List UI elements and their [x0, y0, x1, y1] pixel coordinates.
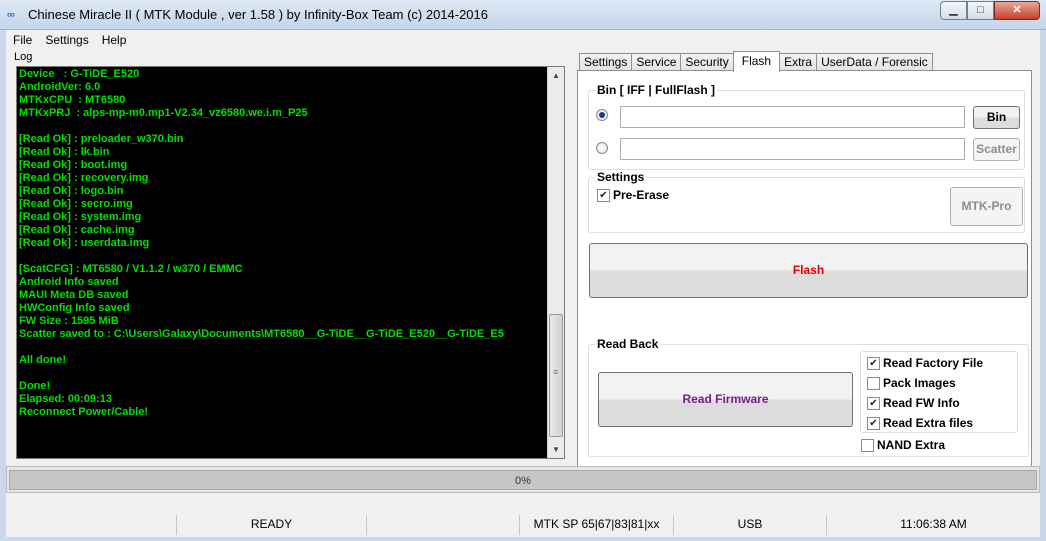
log-line: Android Info saved: [19, 276, 119, 288]
log-text: Device : G-TiDE_E520 AndroidVer: 6.0 MTKxC…: [19, 68, 544, 456]
log-line: [Read Ok] : preloader_w370.bin: [19, 133, 184, 145]
status-chip: MTK SP 65|67|83|81|xx: [519, 515, 673, 535]
scroll-up-icon[interactable]: ▲: [548, 67, 564, 84]
bin-button[interactable]: Bin: [973, 106, 1020, 129]
log-line: [Read Ok] : lk.bin: [19, 146, 110, 158]
progress-bar: 0%: [6, 466, 1040, 493]
status-bar: READY MTK SP 65|67|83|81|xx USB 11:06:38…: [6, 497, 1040, 537]
scatter-path-field[interactable]: [620, 138, 965, 160]
bin-radio[interactable]: [596, 109, 608, 121]
log-scrollbar[interactable]: ▲ ▼: [547, 67, 564, 458]
scatter-button[interactable]: Scatter: [973, 138, 1020, 161]
log-line: [Read Ok] : secro.img: [19, 198, 133, 210]
log-line: [Read Ok] : logo.bin: [19, 185, 124, 197]
maximize-button[interactable]: □: [967, 1, 994, 20]
read-fw-info-checkbox[interactable]: ✔: [867, 397, 880, 410]
log-line: Reconnect Power/Cable!: [19, 406, 148, 418]
bin-group: Bin [ IFF | FullFlash ] Bin Scatter: [588, 83, 1025, 170]
tab-settings[interactable]: Settings: [579, 53, 633, 71]
scroll-down-icon[interactable]: ▼: [548, 441, 564, 458]
status-time: 11:06:38 AM: [826, 515, 1040, 535]
nand-extra-checkbox[interactable]: [861, 439, 874, 452]
menu-bar: File Settings Help: [6, 30, 1040, 49]
log-line: [Read Ok] : recovery.img: [19, 172, 149, 184]
pre-erase-label: Pre-Erase: [613, 188, 670, 202]
status-port: USB: [673, 515, 826, 535]
pack-images-checkbox[interactable]: [867, 377, 880, 390]
log-line: Device : G-TiDE_E520: [19, 68, 140, 80]
infinity-icon: ∞: [7, 9, 15, 21]
tab-service[interactable]: Service: [631, 53, 682, 71]
flash-button[interactable]: Flash: [589, 243, 1028, 298]
log-panel: Device : G-TiDE_E520 AndroidVer: 6.0 MTKxC…: [16, 66, 565, 459]
close-button[interactable]: ✕: [994, 1, 1040, 20]
read-factory-file-checkbox[interactable]: ✔: [867, 357, 880, 370]
progress-track: 0%: [9, 470, 1037, 490]
log-line: [ScatCFG] : MT6580 / V1.1.2 / w370 / EMM…: [19, 263, 243, 275]
bin-path-field[interactable]: [620, 106, 965, 128]
tab-flash[interactable]: Flash: [732, 51, 781, 72]
pack-images-label: Pack Images: [883, 376, 956, 390]
tab-userdata-forensic[interactable]: UserData / Forensic: [816, 53, 933, 71]
log-line: Elapsed: 00:09:13: [19, 393, 112, 405]
log-line: Done!: [19, 380, 51, 392]
log-line: MTKxPRJ : alps-mp-m0.mp1-V2.34_vz6580.we…: [19, 107, 308, 119]
scroll-thumb[interactable]: [549, 314, 563, 437]
read-back-group-title: Read Back: [595, 337, 661, 351]
menu-help[interactable]: Help: [102, 33, 127, 47]
menu-file[interactable]: File: [13, 33, 32, 47]
status-state: READY: [176, 515, 366, 535]
menu-settings[interactable]: Settings: [45, 33, 88, 47]
nand-extra-label: NAND Extra: [877, 438, 946, 452]
log-line: HWConfig Info saved: [19, 302, 130, 314]
scatter-radio[interactable]: [596, 142, 608, 154]
minimize-button[interactable]: ▁: [940, 1, 967, 20]
log-line: AndroidVer: 6.0: [19, 81, 101, 93]
settings-group: Settings ✔ Pre-Erase MTK-Pro: [588, 170, 1025, 233]
read-extra-files-checkbox[interactable]: ✔: [867, 417, 880, 430]
tab-extra[interactable]: Extra: [779, 53, 818, 71]
window-controls: ▁ □ ✕: [940, 1, 1040, 21]
log-line: Scatter saved to : C:\Users\Galaxy\Docum…: [19, 328, 504, 340]
read-options-box: ✔ Read Factory File Pack Images ✔ Read F…: [860, 351, 1018, 433]
window-title: Chinese Miracle II ( MTK Module , ver 1.…: [28, 7, 489, 22]
progress-percent: 0%: [515, 475, 531, 487]
status-cell-blank: [366, 515, 519, 535]
tab-strip: Settings Service Security Flash Extra Us…: [579, 51, 933, 72]
log-line: FW Size : 1595 MiB: [19, 315, 119, 327]
log-line: [Read Ok] : cache.img: [19, 224, 135, 236]
log-line: [Read Ok] : system.img: [19, 211, 142, 223]
read-fw-info-label: Read FW Info: [883, 396, 960, 410]
log-line: [Read Ok] : userdata.img: [19, 237, 150, 249]
read-extra-files-label: Read Extra files: [883, 416, 974, 430]
log-line: All done!: [19, 354, 67, 366]
read-firmware-button[interactable]: Read Firmware: [598, 372, 853, 427]
flash-tab-panel: Bin [ IFF | FullFlash ] Bin Scatter Sett…: [577, 70, 1032, 467]
log-line: MAUI Meta DB saved: [19, 289, 129, 301]
pre-erase-checkbox[interactable]: ✔: [597, 189, 610, 202]
status-cell-empty: [6, 515, 176, 535]
mtk-pro-button[interactable]: MTK-Pro: [950, 187, 1023, 226]
main-area: Log Device : G-TiDE_E520 AndroidVer: 6.0 M…: [6, 49, 1040, 516]
tab-security[interactable]: Security: [680, 53, 734, 71]
read-back-group: Read Back Read Firmware ✔ Read Factory F…: [588, 337, 1029, 457]
title-bar: ∞ Chinese Miracle II ( MTK Module , ver …: [0, 0, 1046, 30]
log-line: [Read Ok] : boot.img: [19, 159, 128, 171]
bin-group-title: Bin [ IFF | FullFlash ]: [595, 83, 718, 97]
log-label: Log: [14, 51, 33, 63]
settings-group-title: Settings: [595, 170, 647, 184]
log-line: MTKxCPU : MT6580: [19, 94, 126, 106]
read-factory-file-label: Read Factory File: [883, 356, 984, 370]
